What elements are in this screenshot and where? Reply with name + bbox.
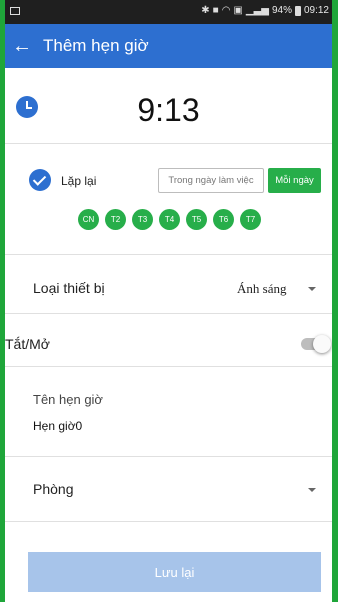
- divider: [5, 366, 332, 367]
- divider: [5, 254, 332, 255]
- chevron-down-icon[interactable]: [308, 287, 316, 291]
- device-type-label: Loại thiết bị: [33, 280, 105, 296]
- day-mon[interactable]: T2: [105, 209, 126, 230]
- divider: [5, 143, 332, 144]
- status-time: 09:12: [303, 5, 329, 16]
- on-off-toggle[interactable]: [301, 335, 331, 353]
- daily-button[interactable]: Mỗi ngày: [268, 168, 321, 193]
- day-selector: CN T2 T3 T4 T5 T6 T7: [78, 209, 261, 230]
- day-sat[interactable]: T7: [240, 209, 261, 230]
- page-title: Thêm hẹn giờ: [43, 36, 149, 55]
- divider: [5, 313, 332, 314]
- day-sun[interactable]: CN: [78, 209, 99, 230]
- day-wed[interactable]: T4: [159, 209, 180, 230]
- app-screen: ✱ ■ ◠ ▣ ▁▃▅ 94% 09:12 ← Thêm hẹn giờ 9:1…: [5, 0, 332, 602]
- battery-percent: 94%: [271, 5, 292, 16]
- timer-time[interactable]: 9:13: [5, 92, 332, 129]
- timer-name-label: Tên hẹn giờ: [33, 392, 103, 407]
- chevron-down-icon[interactable]: [308, 488, 316, 492]
- timer-name-input[interactable]: Hẹn giờ0: [33, 419, 82, 433]
- back-arrow-icon[interactable]: ←: [5, 24, 39, 68]
- status-icons: ✱ ■ ◠ ▣ ▁▃▅ 94% 09:12: [201, 5, 329, 16]
- day-tue[interactable]: T3: [132, 209, 153, 230]
- battery-icon: [294, 5, 301, 16]
- on-off-label: Tắt/Mở: [5, 336, 50, 352]
- app-bar: ← Thêm hẹn giờ: [5, 24, 332, 68]
- repeat-checkbox[interactable]: [29, 169, 51, 191]
- save-button[interactable]: Lưu lại: [28, 552, 321, 592]
- signal-icon: ▁▃▅: [245, 5, 269, 16]
- gallery-icon: [10, 7, 20, 15]
- nfc-icon: ▣: [233, 5, 243, 16]
- day-fri[interactable]: T6: [213, 209, 234, 230]
- weekday-button[interactable]: Trong ngày làm việc: [158, 168, 264, 193]
- bluetooth-icon: ✱: [201, 5, 210, 16]
- divider: [5, 521, 332, 522]
- device-type-value[interactable]: Ánh sáng: [237, 281, 286, 297]
- room-label: Phòng: [33, 481, 74, 497]
- wifi-icon: ◠: [221, 5, 231, 16]
- repeat-label: Lặp lại: [61, 174, 97, 188]
- status-bar: ✱ ■ ◠ ▣ ▁▃▅ 94% 09:12: [5, 0, 332, 24]
- day-thu[interactable]: T5: [186, 209, 207, 230]
- divider: [5, 456, 332, 457]
- mute-icon: ■: [212, 5, 219, 16]
